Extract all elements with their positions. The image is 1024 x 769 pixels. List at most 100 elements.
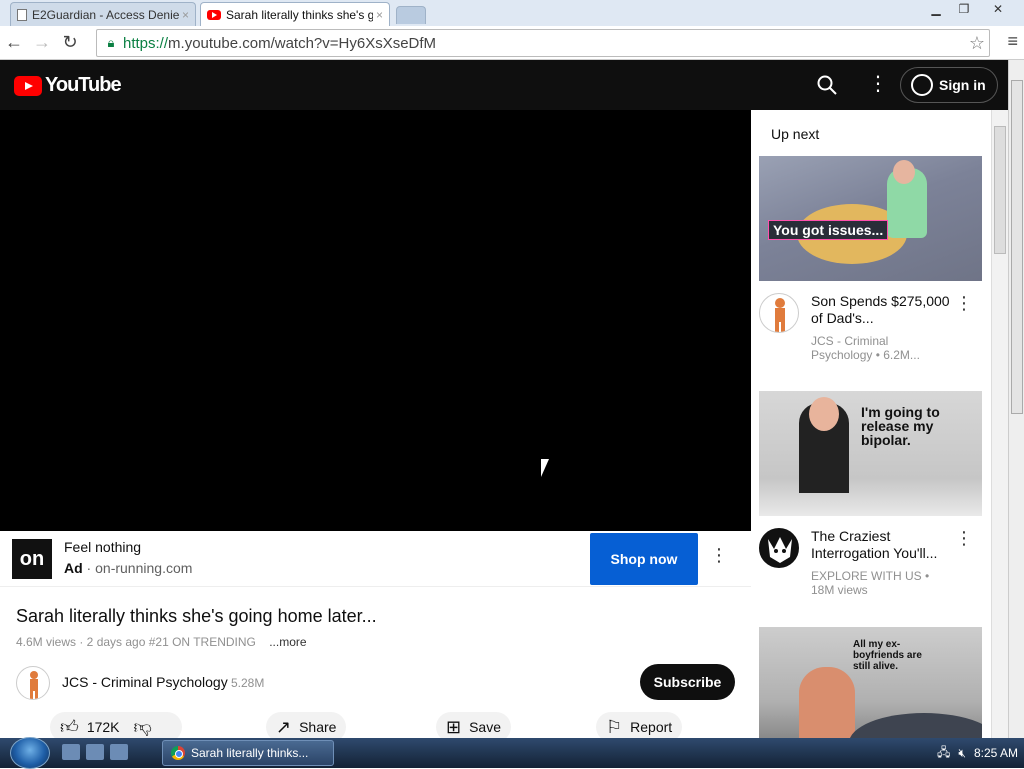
clock[interactable]: 8:25 AM [974,746,1018,760]
list-item[interactable]: All my ex-boyfriends are still alive. [759,627,983,738]
new-tab-button[interactable] [396,6,426,24]
video-stats: 4.6M views · 2 days ago #21 ON TRENDING [16,635,256,649]
video-meta: EXPLORE WITH US • 18M views [811,569,930,597]
video-title[interactable]: The Craziest Interrogation You'll... [811,528,951,562]
subscribe-button[interactable]: Subscribe [640,664,735,700]
back-arrow-icon[interactable]: ← [0,29,28,57]
mouse-cursor-icon [541,459,549,477]
thumb-down-icon[interactable]: 👎︎ [134,716,152,738]
channel-figure-icon [30,671,38,699]
sidebar-scrollbar[interactable] [991,110,1008,738]
browser-menu-icon[interactable]: ≡ [1007,31,1018,52]
video-meta: 4.6M views · 2 days ago #21 ON TRENDING … [16,635,307,649]
share-label: Share [299,719,337,735]
card-info: Son Spends $275,000 of Dad's... JCS - Cr… [759,281,983,377]
url-scheme: https:// [123,34,169,52]
more-description-link[interactable]: ...more [269,635,306,649]
card-info: The Craziest Interrogation You'll... EXP… [759,516,983,612]
thumbnail-caption: You got issues... [768,220,889,240]
tab-title: Sarah literally thinks she's g [226,7,373,22]
minimize-icon[interactable]: ▁ [922,0,950,18]
reload-icon[interactable]: ↻ [56,29,84,57]
youtube-wordmark: YouTube [45,74,122,96]
tab-e2guardian[interactable]: E2Guardian - Access Denie × [10,2,196,26]
start-button[interactable] [10,737,50,769]
browser-tab-strip: E2Guardian - Access Denie × Sarah litera… [0,0,1024,26]
more-options-icon[interactable]: ⋮ [955,293,973,314]
channel-name[interactable]: JCS - Criminal Psychology [62,674,228,690]
close-window-icon[interactable]: ✕ [978,0,1018,18]
taskbar-task-label: Sarah literally thinks... [191,746,309,760]
show-desktop-icon[interactable] [62,744,80,760]
search-icon[interactable] [816,74,838,96]
channel-avatar[interactable] [759,293,799,333]
window-controls: ▁ ❐ ✕ [922,0,1018,18]
bookmark-star-icon[interactable]: ☆ [969,33,985,54]
youtube-logo[interactable]: YouTube [14,74,122,97]
up-next-sidebar: Up next You got issues... Son Spends $27… [751,110,991,738]
add-playlist-icon: ⊞ [446,716,462,737]
forward-arrow-icon[interactable]: → [28,29,56,57]
list-item[interactable]: I'm going to release my bipolar. The Cra… [759,391,983,612]
channel-figure-icon [775,298,785,332]
like-count: 172K [86,719,120,735]
quick-launch [62,744,128,760]
sign-in-label: Sign in [939,77,986,93]
volume-muted-icon[interactable]: 🔇︎ [958,746,966,761]
flag-icon: ⚐ [606,716,623,737]
ad-separator: · [82,560,96,576]
scrollbar-thumb[interactable] [994,126,1006,254]
share-icon: ↗ [276,716,292,737]
youtube-favicon-icon [207,9,221,20]
restore-icon[interactable]: ❐ [950,0,978,18]
switch-windows-icon[interactable] [86,744,104,760]
video-thumbnail[interactable]: You got issues... [759,156,982,281]
list-item[interactable]: You got issues... Son Spends $275,000 of… [759,156,983,377]
chrome-icon [171,746,185,760]
browser-launch-icon[interactable] [110,744,128,760]
up-next-heading: Up next [771,126,820,142]
tab-youtube-video[interactable]: Sarah literally thinks she's g × [200,2,390,26]
account-circle-icon [911,74,933,96]
video-meta: JCS - Criminal Psychology • 6.2M... [811,334,920,362]
video-thumbnail[interactable]: I'm going to release my bipolar. [759,391,982,516]
tab-title: E2Guardian - Access Denie [32,7,179,22]
shop-now-button[interactable]: Shop now [590,533,698,585]
video-player[interactable] [0,110,751,531]
page-scrollbar[interactable] [1008,60,1024,738]
video-title[interactable]: Son Spends $275,000 of Dad's... [811,293,951,327]
address-bar[interactable]: 🔒︎ https:// m.youtube.com/watch?v=Hy6XsX… [96,29,990,57]
report-label: Report [630,719,673,735]
ad-more-icon[interactable]: ⋮ [710,545,728,566]
network-icon[interactable]: 🖧︎ [937,743,950,764]
windows-taskbar: Sarah literally thinks... 🖧︎ 🔇︎ 8:25 AM [0,737,1024,769]
lock-icon: 🔒︎ [107,35,115,50]
video-actions: 👍︎ 172K 👎︎ ↗ Share ⊞ Save ⚐ Report [0,710,751,742]
browser-toolbar: ← → ↻ 🔒︎ https:// m.youtube.com/watch?v=… [0,26,1024,60]
document-icon [17,8,27,21]
sign-in-button[interactable]: Sign in [900,67,998,103]
thumb-shape [799,667,855,738]
youtube-header: YouTube ⋮ Sign in [0,60,1008,110]
scrollbar-thumb[interactable] [1011,80,1023,414]
system-tray: 🖧︎ 🔇︎ 8:25 AM [937,738,1018,768]
more-options-icon[interactable]: ⋮ [955,528,973,549]
ad-banner[interactable]: on Feel nothing Ad · on-running.com Shop… [0,531,751,587]
channel-avatar[interactable] [759,528,799,568]
advertiser-logo: on [12,539,52,579]
subscriber-count: 5.28M [231,676,265,690]
tab-close-icon[interactable]: × [376,8,383,22]
taskbar-chrome-window[interactable]: Sarah literally thinks... [162,740,334,766]
save-label: Save [469,719,502,735]
more-options-icon[interactable]: ⋮ [868,72,888,98]
tab-close-icon[interactable]: × [182,8,189,22]
thumb-shape [893,160,915,184]
thumbnail-caption: All my ex-boyfriends are still alive. [853,639,922,672]
video-thumbnail[interactable]: All my ex-boyfriends are still alive. [759,627,982,738]
thumb-shape [849,713,982,738]
url-text: m.youtube.com/watch?v=Hy6XsXseDfM [168,34,437,52]
channel-avatar[interactable] [16,666,50,700]
ad-domain: on-running.com [95,560,193,576]
video-title[interactable]: Sarah literally thinks she's going home … [16,606,377,627]
wolf-logo-icon [768,537,792,563]
